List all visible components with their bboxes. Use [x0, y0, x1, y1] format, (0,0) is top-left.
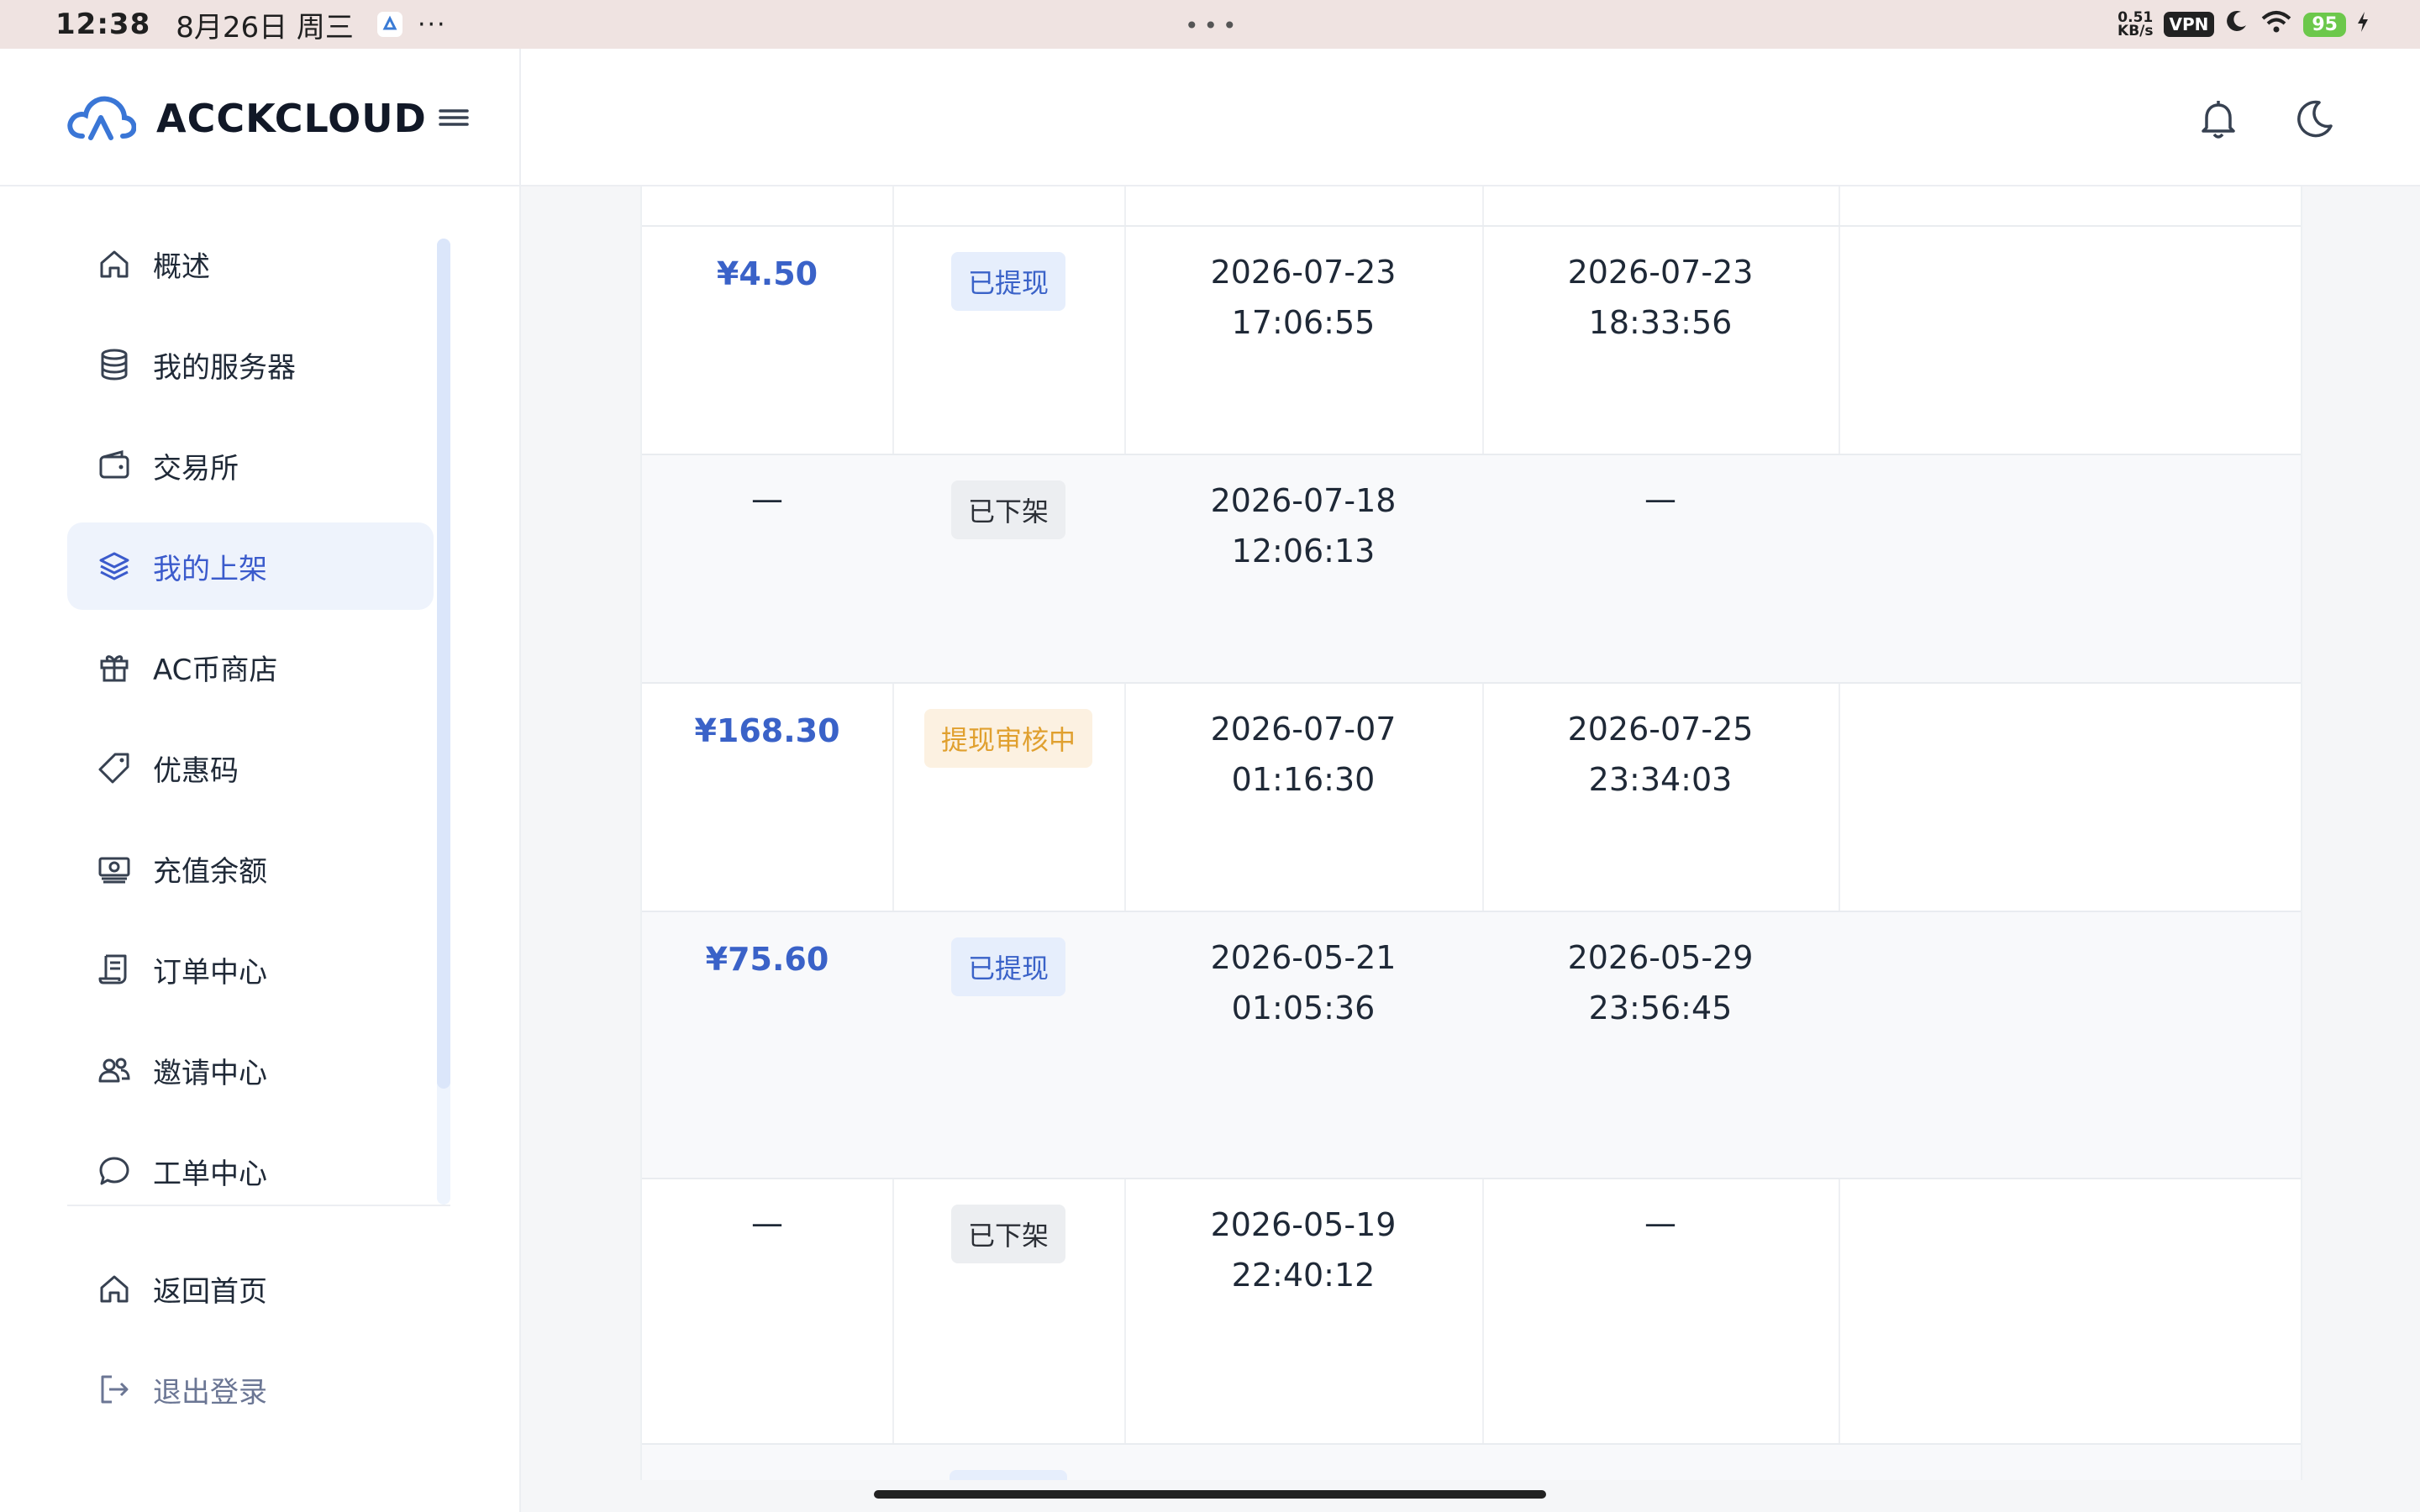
status-icons: 0.51 KB/s VPN 95 [2118, 0, 2370, 49]
layers-icon [96, 548, 133, 585]
sidebar-item-label: AC币商店 [153, 653, 278, 687]
status-cell: 已提现 [892, 937, 1124, 996]
completed-time-cell: 2026-07-25 23:34:03 [1567, 711, 1754, 798]
status-badge: 已提现 [950, 252, 1065, 311]
gift-icon [96, 648, 133, 685]
sidebar-item-label: 概述 [153, 249, 210, 284]
notification-bell-button[interactable] [2195, 96, 2242, 143]
date: 8月26日 周三 [176, 10, 354, 45]
table-row[interactable]: ¥75.60 已提现 2026-05-21 01:05:36 2026-05-29… [642, 911, 2301, 1178]
sidebar-item-overview[interactable]: 概述 [67, 220, 434, 307]
database-icon [96, 346, 133, 383]
sidebar-item-label: 充值余额 [153, 854, 267, 889]
listings-table: ¥4.50 已提现 2026-07-23 17:06:55 2026-07-23 1… [640, 186, 2302, 1480]
cloud-logo-icon [66, 91, 137, 146]
wifi-icon [2260, 8, 2293, 41]
amount-cell: ¥4.50 [716, 255, 818, 292]
listed-time-cell: 2026-07-18 12:06:13 [1210, 482, 1397, 570]
sidebar-item-label: 工单中心 [153, 1157, 267, 1191]
home-icon [96, 245, 133, 282]
sidebar-item-label: 返回首页 [153, 1274, 267, 1309]
table-row[interactable]: ¥4.50 已提现 2026-07-23 17:06:55 2026-07-23 1… [642, 225, 2301, 454]
sidebar-item-invite[interactable]: 邀请中心 [67, 1026, 434, 1114]
status-badge: 已提现 [950, 937, 1065, 996]
moon-icon [2224, 8, 2249, 41]
charging-icon [2356, 8, 2370, 41]
receipt-icon [96, 951, 133, 988]
table-row[interactable]: ¥168.30 提现审核中 2026-07-07 01:16:30 2026-07… [642, 682, 2301, 911]
status-badge: 已下架 [950, 480, 1065, 539]
amount-cell: ¥168.30 [694, 712, 840, 749]
table-row-partial-top [642, 186, 2301, 225]
sidebar-item-my-listings[interactable]: 我的上架 [67, 522, 434, 610]
completed-time-cell: — [1644, 1205, 1676, 1242]
amount-cell: ¥75.60 [705, 941, 829, 978]
home-indicator-bar[interactable] [874, 1490, 1546, 1499]
listed-time-cell: 2026-05-21 01:05:36 [1210, 939, 1397, 1026]
app-notification-icon [376, 12, 402, 37]
logout-button[interactable]: 退出登录 [67, 1346, 434, 1433]
status-cell: 已下架 [892, 480, 1124, 539]
amount-cell: — [751, 1205, 783, 1242]
sidebar-item-orders[interactable]: 订单中心 [67, 926, 434, 1013]
status-cell: 已提现 [892, 252, 1124, 311]
menu-toggle-button[interactable] [437, 102, 471, 133]
sidebar-item-label: 优惠码 [153, 753, 239, 788]
clock: 12:38 [55, 8, 151, 41]
app-header: ACCKCLOUD [0, 49, 2420, 186]
vpn-badge: VPN [2163, 12, 2215, 37]
back-home-button[interactable]: 返回首页 [67, 1245, 434, 1332]
dark-mode-toggle-button[interactable] [2291, 96, 2338, 143]
brand-logo[interactable]: ACCKCLOUD [66, 91, 427, 146]
table-row[interactable]: — 已下架 2026-07-18 12:06:13 — [642, 454, 2301, 682]
table-row[interactable]: — 已下架 2026-05-19 22:40:12 — [642, 1178, 2301, 1443]
amount-cell: — [751, 480, 783, 517]
users-icon [96, 1052, 133, 1089]
sidebar-divider [67, 1205, 450, 1206]
listed-time-cell: 2026-07-23 17:06:55 [1210, 254, 1397, 341]
more-notifications-indicator: ··· [417, 9, 447, 39]
sidebar-item-my-servers[interactable]: 我的服务器 [67, 321, 434, 408]
sidebar-nav: 概述 我的服务器 交易所 我的上架 AC币商店 优惠码 充值余额 订单中心 邀请… [67, 220, 434, 1205]
chat-icon [96, 1152, 133, 1189]
money-icon [96, 850, 133, 887]
tag-icon [96, 749, 133, 786]
table-row-partial-bottom [642, 1443, 2301, 1480]
wallet-icon [96, 447, 133, 484]
sidebar-item-label: 交易所 [153, 451, 239, 486]
sidebar-item-exchange[interactable]: 交易所 [67, 422, 434, 509]
header-divider [519, 49, 521, 186]
sidebar-item-label: 订单中心 [153, 955, 267, 990]
sidebar-item-recharge[interactable]: 充值余额 [67, 825, 434, 912]
sidebar-item-label: 退出登录 [153, 1375, 267, 1410]
sidebar-item-tickets[interactable]: 工单中心 [67, 1127, 434, 1205]
home-icon [96, 1270, 133, 1307]
sidebar: 概述 我的服务器 交易所 我的上架 AC币商店 优惠码 充值余额 订单中心 邀请… [0, 186, 521, 1512]
completed-time-cell: — [1644, 480, 1676, 517]
battery-indicator: 95 [2303, 12, 2346, 37]
sidebar-scrollbar-thumb[interactable] [437, 239, 450, 1089]
sidebar-item-label: 邀请中心 [153, 1056, 267, 1090]
multitask-dots[interactable]: ••• [1185, 12, 1242, 39]
system-status-bar: 12:38 8月26日 周三 ··· ••• 0.51 KB/s VPN 95 [0, 0, 2420, 49]
status-cell: 已下架 [892, 1205, 1124, 1263]
network-speed: 0.51 KB/s [2118, 9, 2154, 39]
status-cell: 提现审核中 [892, 709, 1124, 768]
completed-time-cell: 2026-05-29 23:56:45 [1567, 939, 1754, 1026]
logout-icon [96, 1371, 133, 1408]
listed-time-cell: 2026-07-07 01:16:30 [1210, 711, 1397, 798]
status-badge: 提现审核中 [923, 709, 1092, 768]
sidebar-item-coupon[interactable]: 优惠码 [67, 724, 434, 811]
sidebar-bottom-nav: 返回首页 退出登录 [67, 1245, 434, 1446]
sidebar-item-label: 我的上架 [153, 552, 267, 586]
brand-name: ACCKCLOUD [156, 96, 427, 141]
sidebar-item-label: 我的服务器 [153, 350, 296, 385]
sidebar-item-ac-store[interactable]: AC币商店 [67, 623, 434, 711]
status-badge-partial [950, 1470, 1067, 1480]
status-badge: 已下架 [950, 1205, 1065, 1263]
listed-time-cell: 2026-05-19 22:40:12 [1210, 1206, 1397, 1294]
completed-time-cell: 2026-07-23 18:33:56 [1567, 254, 1754, 341]
